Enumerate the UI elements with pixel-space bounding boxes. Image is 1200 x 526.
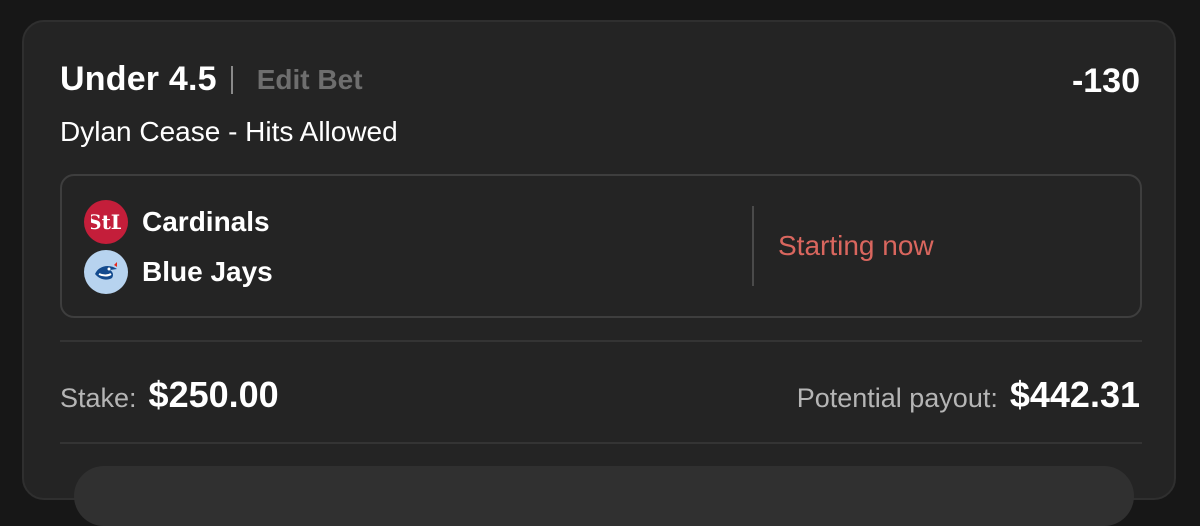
section-divider: [60, 340, 1142, 342]
stake-label: Stake:: [60, 383, 137, 413]
game-info-box[interactable]: StL Cardinals Blue Jays Starting now: [60, 174, 1142, 318]
game-status: Starting now: [778, 230, 934, 261]
bet-header: Under 4.5 Edit Bet: [60, 60, 363, 99]
team-row-cardinals: StL Cardinals: [84, 200, 270, 244]
bet-line: Under 4.5: [60, 60, 217, 98]
section-divider-bottom: [60, 442, 1142, 444]
team-name: Cardinals: [142, 206, 270, 237]
bluejays-logo-icon: [84, 250, 128, 294]
payout-label: Potential payout:: [796, 383, 998, 413]
team-name: Blue Jays: [142, 256, 273, 287]
bet-odds: -130: [1071, 62, 1140, 100]
game-divider: [752, 206, 754, 286]
svg-text:StL: StL: [91, 210, 121, 234]
team-row-bluejays: Blue Jays: [84, 250, 273, 294]
bet-market: Dylan Cease - Hits Allowed: [60, 116, 398, 147]
header-divider: [230, 65, 233, 94]
stake-amount: $250.00: [148, 374, 279, 415]
edit-bet-button[interactable]: Edit Bet: [257, 64, 363, 96]
cardinals-logo-icon: StL: [84, 200, 128, 244]
bet-card: Under 4.5 Edit Bet -130 Dylan Cease - Hi…: [22, 20, 1176, 526]
stake-row: Stake: $250.00: [60, 374, 279, 416]
action-button[interactable]: [74, 466, 1134, 526]
payout-row: Potential payout: $442.31: [797, 374, 1140, 416]
payout-amount: $442.31: [1009, 374, 1140, 415]
